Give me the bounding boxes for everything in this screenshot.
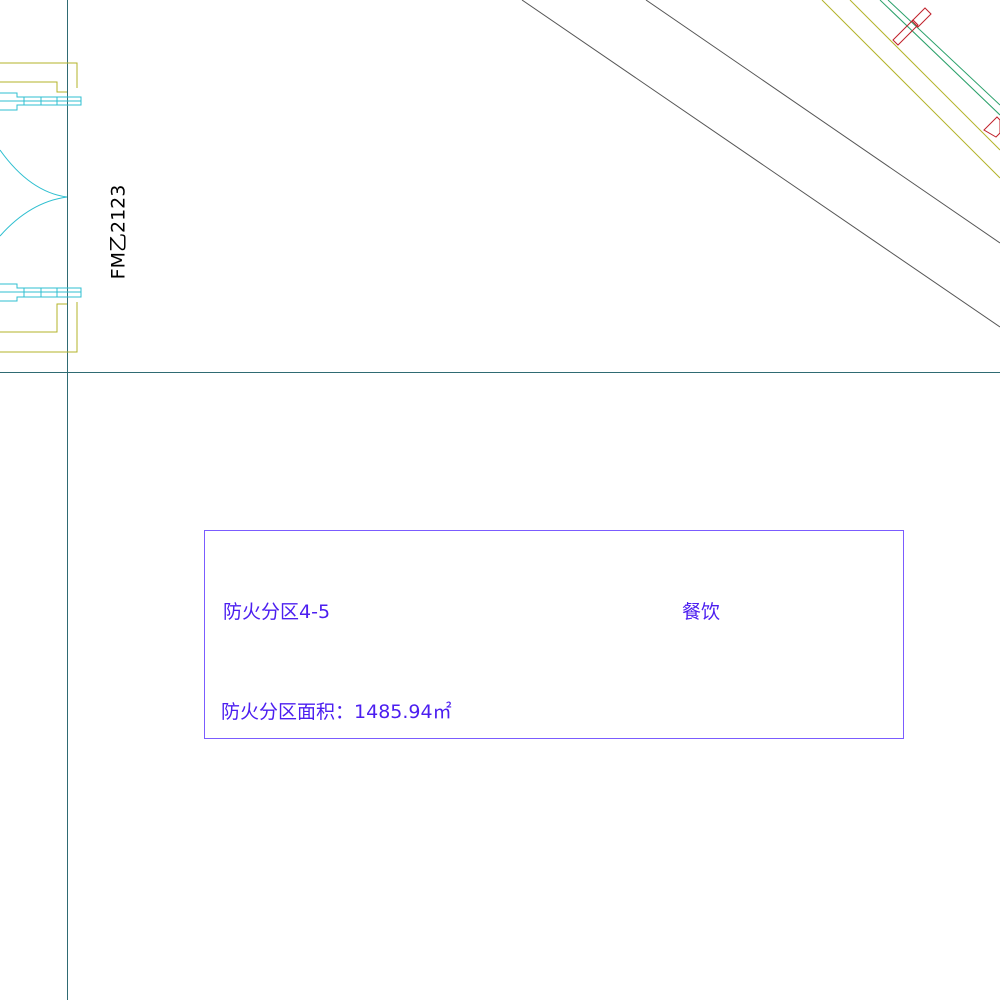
- diagonal-edge-lines: [521, 0, 1000, 328]
- cad-drawing-canvas: FM乙2123 防火分区4-5 餐饮 防火分区面积：1485.94㎡: [0, 0, 1000, 1000]
- door-tag-label: FM乙2123: [107, 184, 130, 280]
- diagonal-rail-lines: [879, 0, 1000, 116]
- fire-zone-name: 防火分区4-5: [223, 601, 331, 623]
- upper-door-frame: [0, 92, 82, 111]
- fire-zone-area-label: 防火分区面积：: [221, 701, 355, 723]
- door-swing-arcs: [0, 149, 68, 237]
- lower-door-frame: [0, 283, 82, 302]
- fire-zone-box: 防火分区4-5 餐饮 防火分区面积：1485.94㎡: [204, 530, 904, 739]
- upper-wall-pier: [0, 62, 78, 93]
- fire-zone-area-value: 1485.94㎡: [354, 701, 452, 723]
- floor-plan-linework: [0, 0, 1000, 1000]
- fire-zone-use: 餐饮: [682, 601, 721, 623]
- lower-wall-pier: [0, 302, 78, 353]
- fire-zone-area: 防火分区面积：1485.94㎡: [221, 697, 452, 724]
